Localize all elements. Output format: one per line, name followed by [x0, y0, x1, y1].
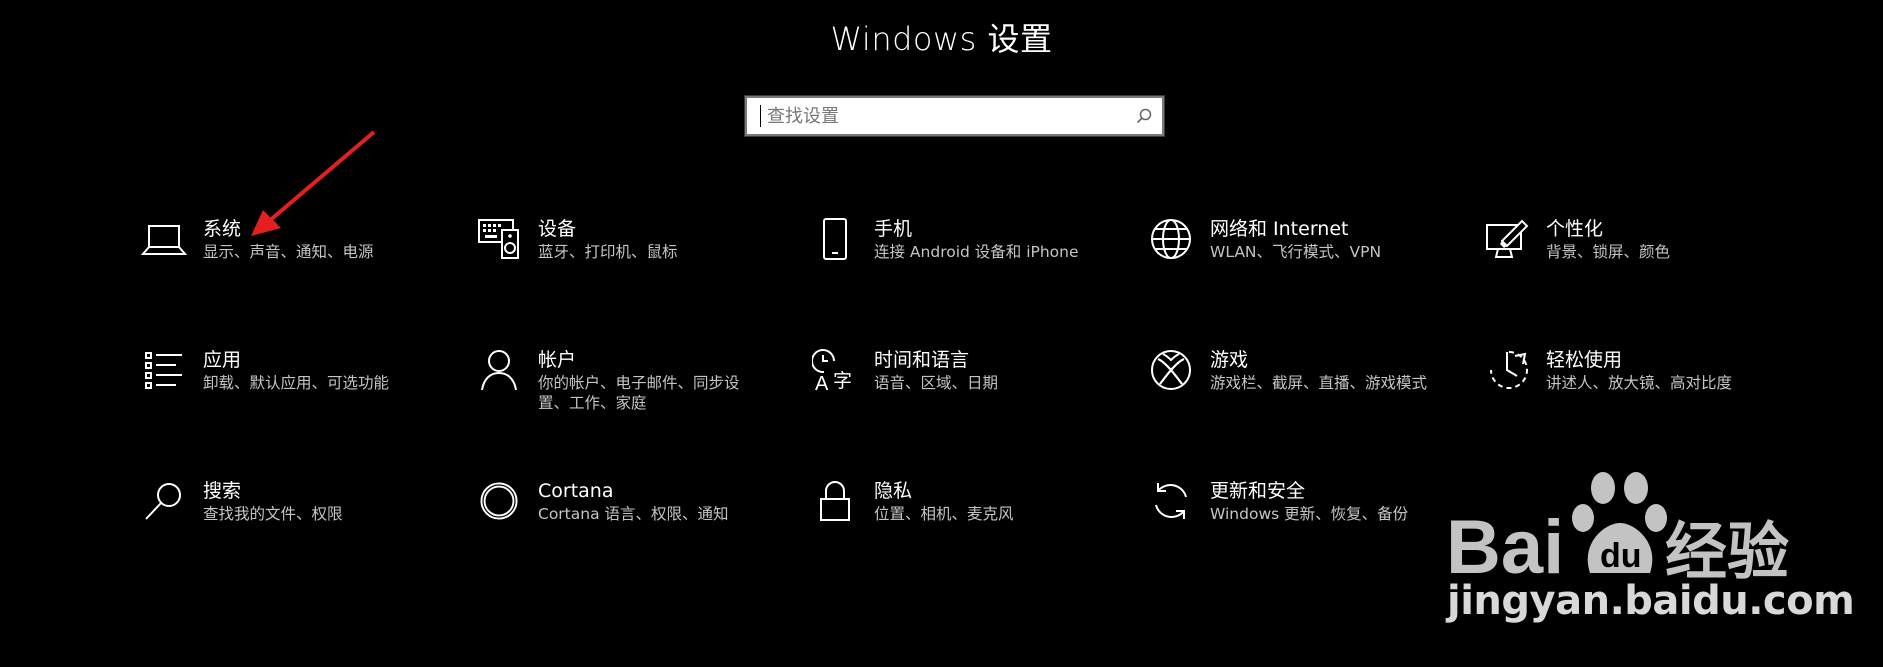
baidu-watermark-url: jingyan.baidu.com — [1447, 578, 1855, 624]
svg-text:du: du — [1600, 537, 1642, 575]
